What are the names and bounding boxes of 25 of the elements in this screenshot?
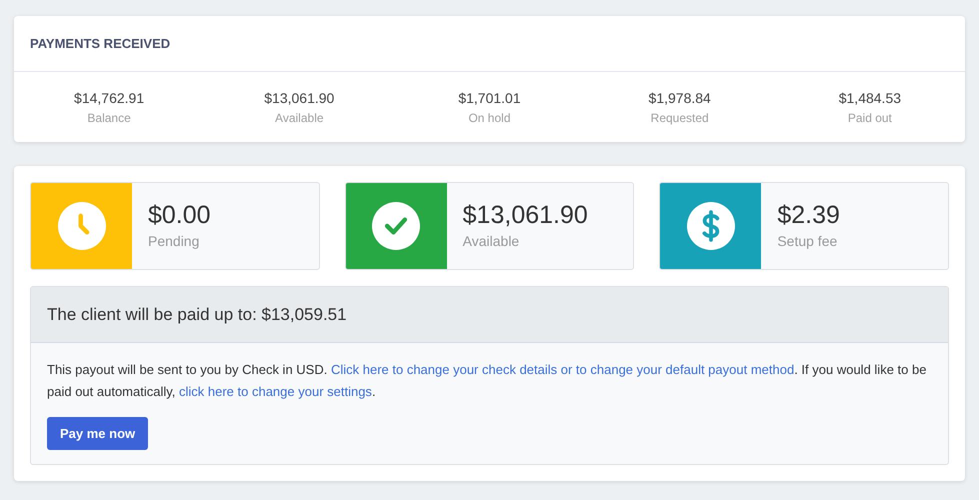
stat-value: $1,701.01	[458, 88, 521, 108]
clock-icon	[78, 214, 89, 235]
stat-value: $1,484.53	[838, 88, 902, 108]
settings-link[interactable]: Click here to change your check details or to change your default payout method	[330, 362, 794, 377]
summary-value: $13,061.90	[462, 200, 588, 231]
stat-value: $14,762.91	[74, 88, 144, 108]
settings-link[interactable]: click here to change your settings	[179, 384, 372, 399]
pay-now-button[interactable]: Pay me now	[47, 417, 148, 450]
stat-label: Balance	[87, 110, 131, 126]
stat-label: On hold	[468, 110, 510, 126]
summary-label: Available	[462, 232, 520, 252]
payout-note: This payout will be sent to you by Check in USD. Click here to change your check details or to change your default payout method. If you would like to be paid out automatically, click here to change your settings.	[47, 361, 928, 401]
dollar-icon	[702, 210, 720, 242]
summary-value: $0.00	[148, 200, 211, 231]
summary-value: $2.39	[777, 200, 840, 231]
stat-value: $1,978.84	[648, 88, 711, 108]
card-title: PAYMENTS RECEIVED	[30, 34, 170, 53]
summary-label: Pending	[148, 232, 200, 252]
stat-label: Requested	[650, 110, 709, 126]
stat-value: $13,061.90	[264, 88, 334, 108]
checkmark-icon	[385, 217, 408, 235]
stat-label: Available	[275, 110, 324, 126]
payout-heading: The client will be paid up to: $13,059.51	[47, 304, 347, 326]
stat-label: Paid out	[848, 110, 892, 126]
summary-label: Setup fee	[777, 232, 838, 252]
